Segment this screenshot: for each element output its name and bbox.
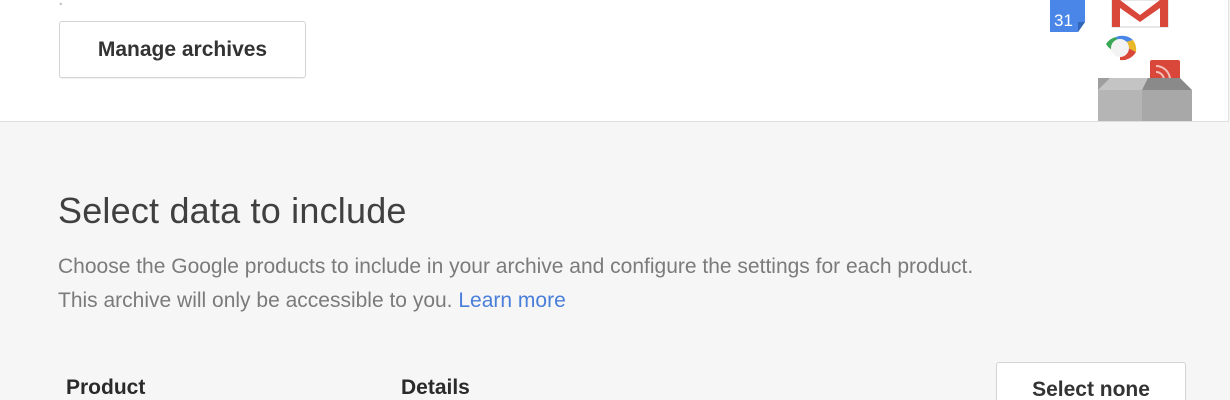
select-none-button[interactable]: Select none <box>996 362 1186 400</box>
gmail-icon <box>1111 0 1169 28</box>
archives-card: . . Manage archives <box>0 0 1230 122</box>
takeout-page: . . Manage archives <box>0 0 1230 400</box>
details-column-header: Details <box>401 376 470 399</box>
description-line-2: This archive will only be accessible to … <box>58 289 453 312</box>
takeout-illustration: 31 <box>1050 0 1192 121</box>
manage-archives-button[interactable]: Manage archives <box>59 21 306 78</box>
calendar-icon: 31 <box>1050 0 1085 32</box>
calendar-number: 31 <box>1054 11 1073 30</box>
google-plus-hangouts-icon <box>1106 35 1137 61</box>
section-description: Choose the Google products to include in… <box>58 250 973 318</box>
archive-box-icon <box>1098 78 1192 121</box>
learn-more-link[interactable]: Learn more <box>458 289 565 312</box>
product-column-header: Product <box>66 376 146 399</box>
description-line-1: Choose the Google products to include in… <box>58 255 974 278</box>
section-title: Select data to include <box>58 190 407 231</box>
